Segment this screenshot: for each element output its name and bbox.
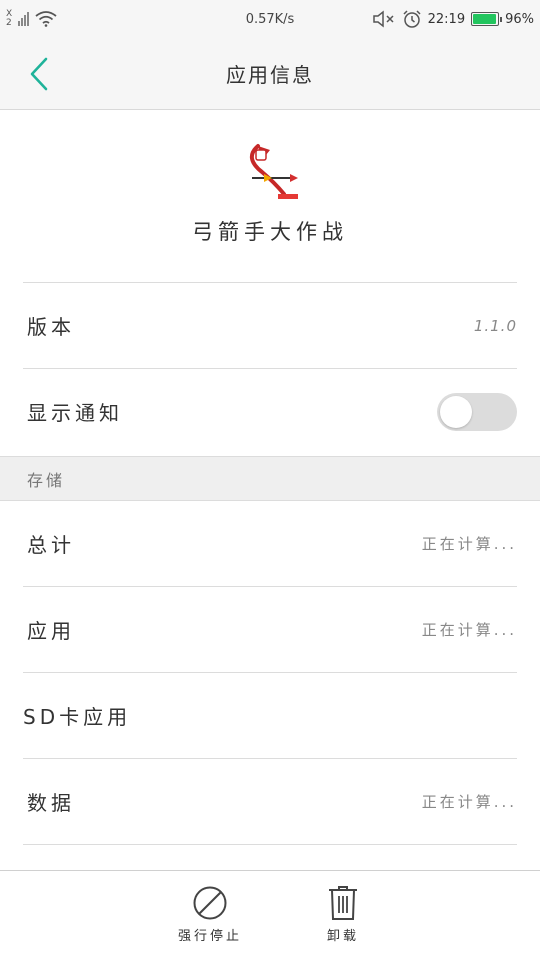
storage-row-total: 总计 正在计算...	[23, 500, 517, 586]
storage-row-data: 数据 正在计算...	[23, 758, 517, 844]
version-row: 版本 1.1.0	[23, 282, 517, 368]
alarm-icon	[403, 10, 421, 28]
notification-row[interactable]: 显示通知	[23, 368, 517, 454]
storage-data-value: 正在计算...	[421, 793, 517, 811]
sim-indicator: X 2	[6, 10, 12, 28]
storage-data-label: 数据	[27, 791, 75, 815]
bottom-toolbar: 强行停止 卸载	[0, 870, 540, 960]
block-icon	[193, 886, 227, 920]
battery-icon	[471, 12, 503, 26]
storage-total-label: 总计	[27, 532, 75, 557]
clock-text: 22:19	[427, 11, 466, 27]
storage-row-divider	[23, 844, 517, 870]
storage-app-value: 正在计算...	[421, 621, 517, 639]
app-name: 弓箭手大作战	[192, 220, 348, 244]
nav-bar: 应用信息	[0, 38, 540, 110]
toggle-knob	[440, 395, 472, 428]
storage-total-value: 正在计算...	[421, 534, 517, 553]
battery-fill	[473, 14, 497, 24]
trash-icon	[329, 886, 357, 920]
storage-app-label: 应用	[27, 619, 75, 643]
force-stop-button[interactable]: 强行停止	[176, 885, 244, 944]
status-right: 22:19 96%	[372, 9, 534, 29]
version-label: 版本	[27, 315, 75, 339]
app-header: 弓箭手大作战	[0, 110, 540, 282]
chevron-left-icon	[30, 57, 48, 91]
mute-icon	[372, 10, 394, 28]
battery-percent: 96%	[505, 11, 534, 27]
app-icon	[250, 144, 298, 199]
signal-icon	[18, 12, 30, 26]
status-bar: X 2 0.57K/s 22:19 96%	[0, 0, 540, 38]
storage-section-header: 存储	[0, 456, 540, 501]
status-left: X 2	[6, 10, 57, 28]
uninstall-button[interactable]: 卸载	[320, 885, 366, 944]
back-button[interactable]	[22, 56, 56, 92]
wifi-icon	[35, 11, 57, 27]
force-stop-label: 强行停止	[177, 929, 242, 944]
uninstall-label: 卸载	[326, 929, 359, 944]
page-title: 应用信息	[226, 63, 314, 87]
storage-row-sd: SD卡应用	[23, 672, 517, 758]
notification-label: 显示通知	[27, 401, 123, 425]
sim-label-bottom: 2	[6, 18, 12, 28]
storage-row-app: 应用 正在计算...	[23, 586, 517, 672]
storage-sd-label: SD卡应用	[23, 705, 132, 729]
notification-toggle[interactable]	[437, 392, 517, 431]
version-value: 1.1.0	[473, 316, 517, 335]
